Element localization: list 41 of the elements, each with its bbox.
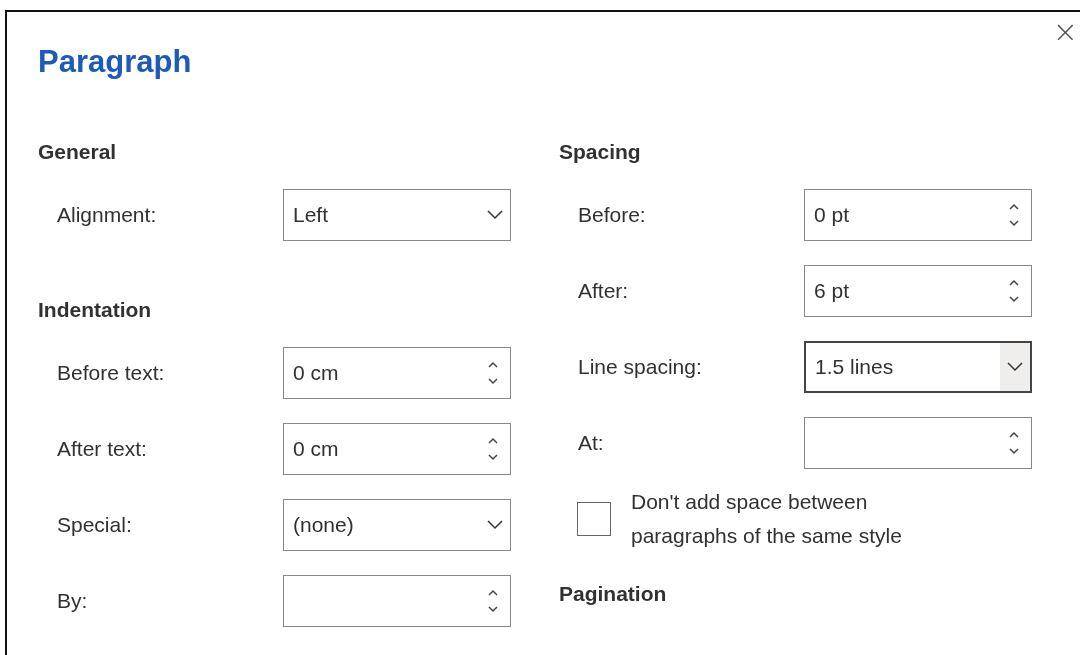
chevron-down-icon (1007, 362, 1023, 372)
dropdown-field[interactable]: (none) (283, 499, 511, 551)
dropdown-field[interactable]: 1.5 lines (804, 341, 1032, 393)
spin-down-icon[interactable] (1009, 296, 1019, 303)
chevron-down-icon (487, 210, 503, 220)
spin-field[interactable]: 6 pt (804, 265, 1032, 317)
field-label: At: (578, 431, 605, 455)
section-heading: Indentation (38, 297, 153, 323)
chevron-down-icon (487, 520, 503, 530)
section-heading: Spacing (559, 139, 642, 165)
field-label: Line spacing: (578, 355, 703, 379)
spin-up-icon[interactable] (1009, 203, 1019, 210)
close-button[interactable]: × (1052, 18, 1078, 46)
spin-field[interactable] (283, 575, 511, 627)
field-label: Special: (57, 513, 133, 537)
spin-field[interactable]: 0 cm (283, 423, 511, 475)
spin-down-icon[interactable] (488, 454, 498, 461)
field-label: After text: (57, 437, 148, 461)
field-label: Before text: (57, 361, 166, 385)
spin-up-icon[interactable] (1009, 279, 1019, 286)
spin-field[interactable]: 0 pt (804, 189, 1032, 241)
dropdown-field[interactable]: Left (283, 189, 511, 241)
spin-up-icon[interactable] (488, 437, 498, 444)
spin-down-icon[interactable] (1009, 448, 1019, 455)
checkbox[interactable] (577, 502, 611, 536)
spin-up-icon[interactable] (488, 589, 498, 596)
spin-up-icon[interactable] (1009, 431, 1019, 438)
dialog-title: Paragraph (38, 43, 193, 81)
field-label: By: (57, 589, 89, 613)
spin-down-icon[interactable] (488, 378, 498, 385)
section-heading: General (38, 139, 118, 165)
field-label: Alignment: (57, 203, 158, 227)
spin-field[interactable]: 0 cm (283, 347, 511, 399)
spin-field[interactable] (804, 417, 1032, 469)
field-label: After: (578, 279, 630, 303)
spin-down-icon[interactable] (488, 606, 498, 613)
spin-up-icon[interactable] (488, 361, 498, 368)
spin-down-icon[interactable] (1009, 220, 1019, 227)
checkbox-label: Don't add space between paragraphs of the same style (631, 489, 903, 549)
section-heading: Pagination (559, 581, 668, 607)
field-label: Before: (578, 203, 647, 227)
